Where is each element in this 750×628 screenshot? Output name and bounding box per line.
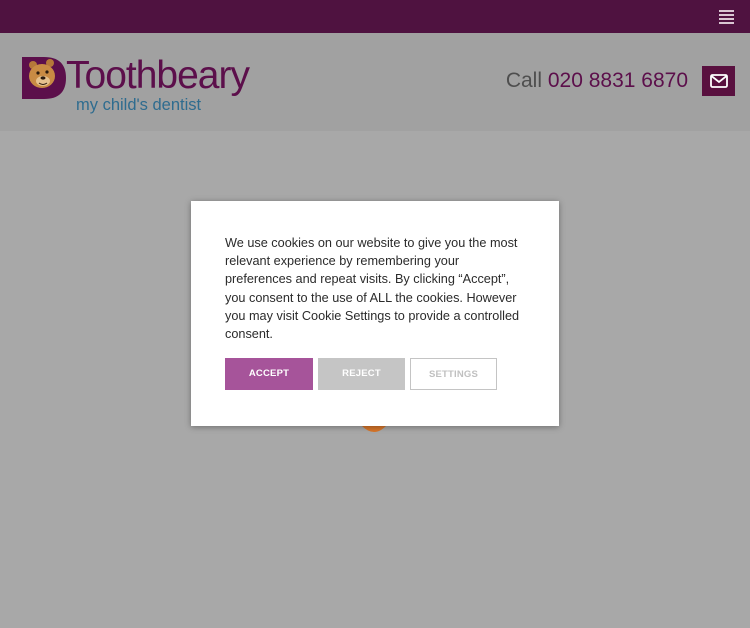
- logo-wordmark: Toothbeary: [66, 54, 250, 97]
- call-phone[interactable]: Call 020 8831 6870: [506, 68, 688, 94]
- logo-tagline: my child's dentist: [76, 96, 202, 114]
- email-button[interactable]: [702, 66, 735, 96]
- call-label: Call: [505, 69, 543, 92]
- top-bar: [0, 0, 750, 33]
- phone-number[interactable]: 020 8831 6870: [548, 69, 688, 92]
- site-header: Toothbeary my child's dentist Call 020 8…: [0, 33, 750, 131]
- bear-tooth-logo-icon: [22, 57, 66, 99]
- cookie-consent-dialog: We use cookies on our website to give yo…: [191, 201, 559, 426]
- settings-button[interactable]: SETTINGS: [410, 358, 497, 390]
- accept-button[interactable]: ACCEPT: [225, 358, 313, 390]
- reject-button[interactable]: REJECT: [318, 358, 405, 390]
- logo[interactable]: Toothbeary my child's dentist: [22, 54, 266, 119]
- envelope-icon: [710, 74, 728, 88]
- cookie-message: We use cookies on our website to give yo…: [225, 236, 520, 342]
- hamburger-menu-icon[interactable]: [719, 10, 734, 24]
